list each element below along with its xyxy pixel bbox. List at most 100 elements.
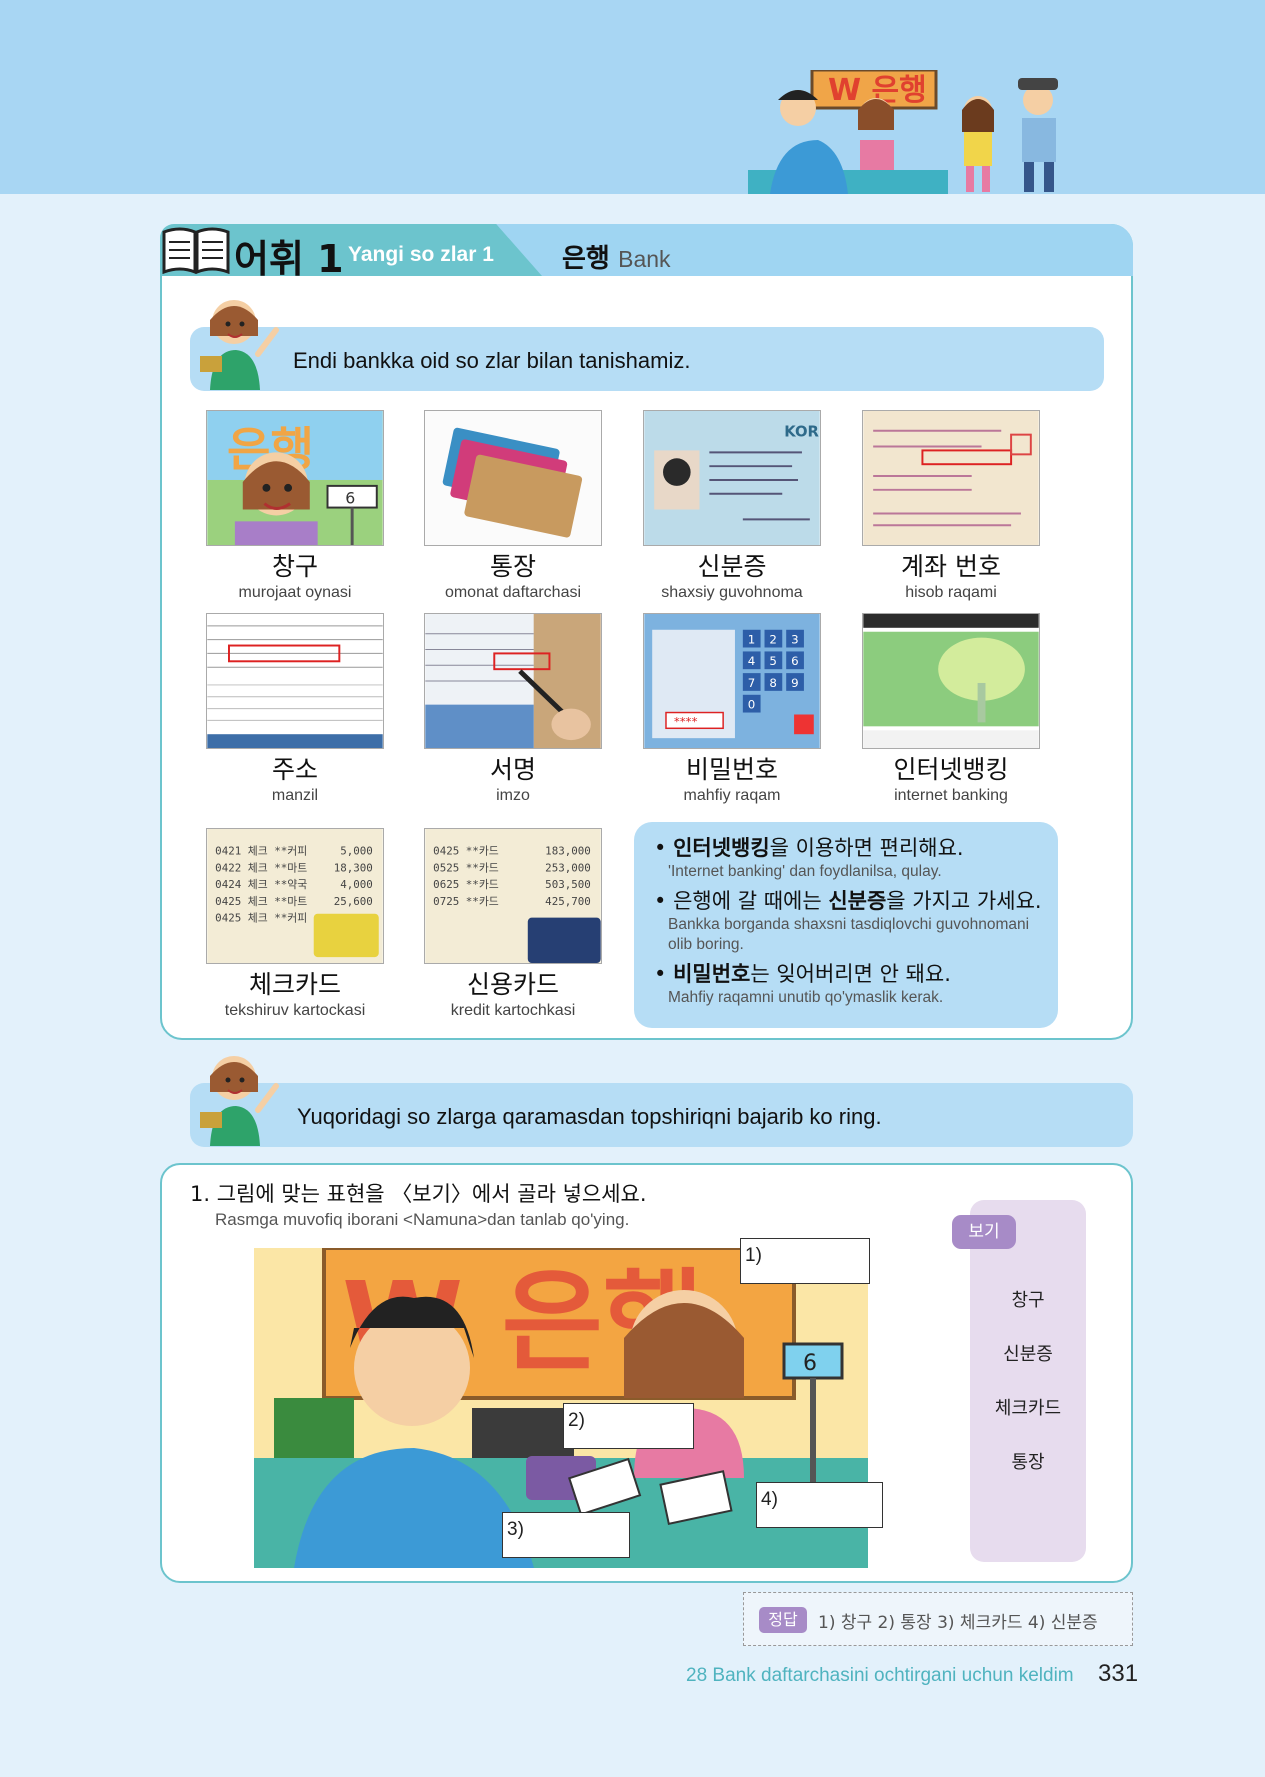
- vocab-translation: kredit kartochkasi: [450, 1002, 576, 1019]
- vocab-item-credit-card: 0425 **카드 183,000 0525 **카드 253,000 0625 **카…: [424, 828, 602, 1020]
- statement-amount: 25,600: [334, 895, 373, 908]
- vocab-korean: 계좌 번호: [901, 552, 1001, 581]
- tip-keyword: 인터넷뱅킹: [673, 836, 770, 860]
- vocab-korean: 주소: [271, 755, 318, 784]
- id-card-picture: KOR: [643, 410, 821, 546]
- statement-entry: 0422 체크 **마트: [215, 861, 307, 874]
- answer-blank-3[interactable]: 3): [502, 1512, 630, 1558]
- choice-item: 창구: [1011, 1290, 1045, 1311]
- vocab-translation: manzil: [271, 787, 319, 804]
- chapter-title: 28 Bank daftarchasini ochtirgani uchun k…: [686, 1665, 1074, 1686]
- statement-entry: 0525 **카드: [433, 861, 499, 874]
- pin-key-label: 9: [791, 676, 799, 690]
- vocab-korean: 창구: [271, 552, 318, 581]
- vocab-translation: hisob raqami: [905, 584, 997, 601]
- section-number-heading: 어휘 1: [234, 237, 344, 281]
- choices-label: 보기: [952, 1215, 1016, 1249]
- tip-translation: Bankka borganda shaxsni tasdiqlovchi guv…: [668, 916, 1030, 953]
- check-card-statement-picture: 0421 체크 **커피 5,000 0422 체크 **마트 18,300 0424 …: [206, 828, 384, 964]
- statement-entry: 0425 체크 **마트: [215, 895, 307, 908]
- answer-key-label: 정답: [759, 1607, 807, 1633]
- answer-blank-2[interactable]: 2): [563, 1403, 694, 1449]
- vocab-korean: 통장: [489, 552, 536, 581]
- vocab-translation: imzo: [496, 787, 530, 804]
- section-subheading: Yangi so zlar 1: [348, 243, 494, 266]
- vocab-translation: tekshiruv kartockasi: [224, 1002, 366, 1019]
- bank-window-picture: 은행 6: [206, 410, 384, 546]
- vocab-item-bankbook: 통장 omonat daftarchasi: [424, 410, 602, 602]
- instruction-text: Yuqoridagi so zlarga qaramasdan topshiri…: [297, 1104, 882, 1129]
- pin-key-label: 4: [748, 654, 756, 668]
- internet-banking-picture: [862, 613, 1040, 749]
- vocab-translation: murojaat oynasi: [238, 584, 352, 601]
- page-number: 331: [1098, 1660, 1139, 1687]
- pin-mask: ****: [674, 714, 698, 728]
- address-form-picture: [206, 613, 384, 749]
- statement-amount: 18,300: [334, 861, 373, 874]
- statement-entry: 0425 체크 **커피: [215, 912, 307, 925]
- statement-amount: 425,700: [545, 895, 591, 908]
- topic-title-ko: 은행: [562, 244, 610, 274]
- bank-scene-illustration: W 은행: [748, 70, 1058, 194]
- answer-blank-4[interactable]: 4): [756, 1482, 883, 1528]
- question-text: 1. 그림에 맞는 표현을 〈보기〉에서 골라 넣으세요.: [190, 1182, 647, 1206]
- statement-entry: 0424 체크 **약국: [215, 877, 307, 891]
- vocab-item-check-card: 0421 체크 **커피 5,000 0422 체크 **마트 18,300 0424 …: [206, 828, 384, 1020]
- tip-item: • 은행에 갈 때에는 신분증을 가지고 가세요. Bankka borgand…: [654, 889, 1042, 953]
- tip-item: • 인터넷뱅킹을 이용하면 편리해요. 'Internet banking' d…: [654, 834, 1042, 882]
- tip-item: • 비밀번호는 잊어버리면 안 돼요. Mahfiy raqamni unuti…: [654, 960, 1042, 1008]
- statement-entry: 0625 **카드: [433, 878, 499, 891]
- tip-translation: 'Internet banking' dan foydlanilsa, qula…: [668, 863, 942, 880]
- vocab-item-internet-banking: 인터넷뱅킹 internet banking: [862, 613, 1040, 805]
- vocab-korean: 인터넷뱅킹: [893, 755, 1009, 784]
- pin-key-label: 5: [769, 654, 777, 668]
- choice-item: 신분증: [1003, 1344, 1053, 1365]
- vocab-translation: mahfiy raqam: [683, 787, 781, 804]
- vocab-translation: omonat daftarchasi: [444, 584, 582, 601]
- pin-key-label: 0: [748, 698, 756, 712]
- answer-blank-1[interactable]: 1): [740, 1238, 870, 1284]
- vocab-korean: 비밀번호: [685, 755, 778, 784]
- choice-item: 체크카드: [994, 1398, 1062, 1419]
- pin-key-label: 8: [769, 676, 777, 690]
- bankbook-picture: [424, 410, 602, 546]
- pin-key-label: 2: [769, 633, 777, 647]
- statement-amount: 503,500: [545, 878, 591, 891]
- statement-amount: 5,000: [340, 845, 373, 858]
- counter-number: 6: [345, 489, 355, 508]
- pin-key-label: 6: [791, 654, 799, 668]
- vocab-item-signature: 서명 imzo: [424, 613, 602, 805]
- vocab-item-address: 주소 manzil: [206, 613, 384, 805]
- credit-card-statement-picture: 0425 **카드 183,000 0525 **카드 253,000 0625 **카…: [424, 828, 602, 964]
- open-book-icon: [162, 227, 230, 274]
- teacher-character: [200, 1056, 279, 1146]
- answer-key-text: 1) 창구 2) 통장 3) 체크카드 4) 신분증: [818, 1613, 1098, 1633]
- question-translation: Rasmga muvofiq iborani <Namuna>dan tanla…: [215, 1210, 630, 1229]
- signature-picture: [424, 613, 602, 749]
- vocab-item-account-number: 계좌 번호 hisob raqami: [862, 410, 1040, 602]
- usage-tips-box: • 인터넷뱅킹을 이용하면 편리해요. 'Internet banking' d…: [634, 822, 1058, 1028]
- pin-key-label: 7: [748, 676, 756, 690]
- vocab-translation: shaxsiy guvohnoma: [661, 584, 803, 601]
- statement-entry: 0421 체크 **커피: [215, 845, 307, 858]
- statement-amount: 253,000: [545, 861, 591, 874]
- pin-key-label: 1: [748, 633, 756, 647]
- vocab-item-window: 은행 6 창구 murojaat oynasi: [206, 410, 384, 602]
- vocab-item-id-card: KOR 신분증 shaxsiy guvohnoma: [643, 410, 821, 602]
- pin-key-label: 3: [791, 633, 799, 647]
- topic-title: 은행 Bank: [562, 238, 671, 275]
- vocab-item-pin: **** 123 456 789 0 비밀번호 mahfiy raqam: [643, 613, 821, 805]
- statement-amount: 4,000: [340, 878, 373, 891]
- vocab-korean: 서명: [489, 755, 536, 784]
- statement-entry: 0725 **카드: [433, 895, 499, 908]
- topic-title-en: Bank: [618, 246, 671, 272]
- choice-item: 통장: [1011, 1452, 1045, 1473]
- vocab-korean: 신분증: [697, 552, 767, 581]
- scene-counter-number: 6: [803, 1351, 817, 1376]
- tip-keyword: 신분증: [828, 889, 887, 913]
- intro-text: Endi bankka oid so zlar bilan tanishamiz…: [293, 348, 691, 373]
- pin-pad-picture: **** 1 2 3 4 5 6 7 8 9 0: [643, 613, 821, 749]
- tip-keyword: 비밀번호: [673, 962, 751, 986]
- vocab-korean: 신용카드: [466, 970, 559, 999]
- statement-entry: 0425 **카드: [433, 845, 499, 858]
